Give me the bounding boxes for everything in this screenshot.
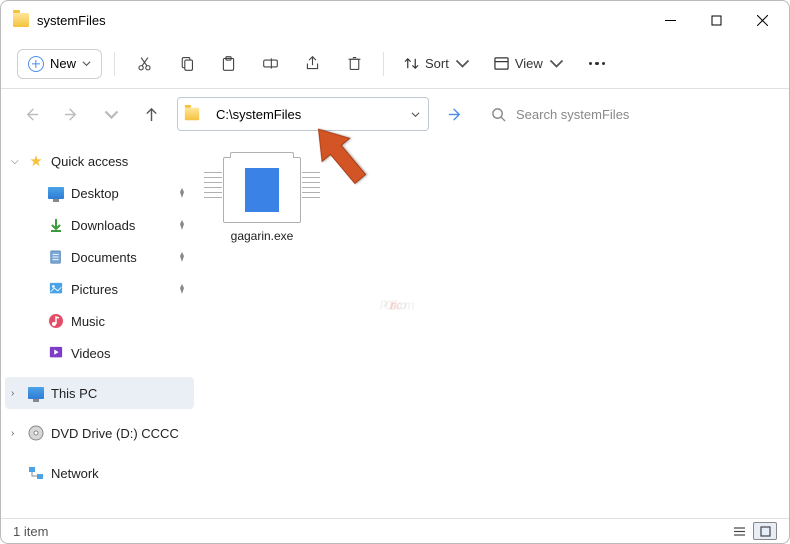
maximize-button[interactable] <box>693 1 739 39</box>
disc-icon <box>27 424 45 442</box>
sidebar-item-desktop[interactable]: Desktop <box>25 177 194 209</box>
sidebar-item-this-pc[interactable]: › This PC <box>5 377 194 409</box>
close-button[interactable] <box>739 1 785 39</box>
sidebar-item-label: DVD Drive (D:) CCCC <box>51 426 188 441</box>
sidebar-item-label: Documents <box>71 250 170 265</box>
recent-dropdown[interactable] <box>97 100 125 128</box>
sidebar-item-downloads[interactable]: Downloads <box>25 209 194 241</box>
cut-button[interactable] <box>127 47 161 81</box>
download-icon <box>47 216 65 234</box>
window-title: systemFiles <box>37 13 106 28</box>
copy-button[interactable] <box>169 47 203 81</box>
icons-view-button[interactable] <box>753 522 777 540</box>
star-icon: ★ <box>27 152 45 170</box>
folder-icon <box>185 108 199 121</box>
sort-button[interactable]: Sort <box>396 50 478 77</box>
view-label: View <box>515 56 543 71</box>
network-icon <box>27 464 45 482</box>
sidebar-item-quick-access[interactable]: ⌵ ★ Quick access <box>5 145 194 177</box>
sidebar-item-pictures[interactable]: Pictures <box>25 273 194 305</box>
sidebar-item-network[interactable]: Network <box>5 457 194 489</box>
sidebar-item-music[interactable]: Music <box>25 305 194 337</box>
paste-button[interactable] <box>211 47 245 81</box>
chevron-down-icon <box>549 56 564 71</box>
delete-button[interactable] <box>337 47 371 81</box>
up-button[interactable] <box>137 100 165 128</box>
pin-icon <box>176 187 188 199</box>
pc-icon <box>27 384 45 402</box>
sidebar-item-label: Pictures <box>71 282 170 297</box>
sidebar-item-documents[interactable]: Documents <box>25 241 194 273</box>
sidebar: ⌵ ★ Quick access Desktop Downloads Docum… <box>1 139 199 520</box>
file-name: gagarin.exe <box>217 229 307 243</box>
view-button[interactable]: View <box>486 50 572 77</box>
minimize-button[interactable] <box>647 1 693 39</box>
address-input[interactable] <box>216 107 422 122</box>
content-area[interactable]: gagarin.exe <box>199 139 789 520</box>
chevron-right-icon: › <box>11 428 21 439</box>
search-icon <box>491 107 506 122</box>
search-input[interactable] <box>516 107 763 122</box>
sidebar-item-videos[interactable]: Videos <box>25 337 194 369</box>
more-button[interactable] <box>580 47 614 81</box>
video-icon <box>47 344 65 362</box>
sidebar-item-label: Network <box>51 466 188 481</box>
pin-icon <box>176 283 188 295</box>
plus-icon <box>28 56 44 72</box>
chevron-down-icon <box>455 56 470 71</box>
separator <box>114 52 115 76</box>
new-label: New <box>50 56 76 71</box>
document-icon <box>47 248 65 266</box>
chevron-down-icon[interactable] <box>411 110 420 119</box>
rename-button[interactable] <box>253 47 287 81</box>
titlebar: systemFiles <box>1 1 789 39</box>
file-item[interactable]: gagarin.exe <box>217 157 307 243</box>
chevron-right-icon: › <box>11 388 21 399</box>
sort-icon <box>404 56 419 71</box>
sidebar-item-dvd[interactable]: › DVD Drive (D:) CCCC <box>5 417 194 449</box>
address-bar[interactable] <box>177 97 429 131</box>
picture-icon <box>47 280 65 298</box>
sidebar-item-label: Desktop <box>71 186 170 201</box>
sidebar-item-label: Downloads <box>71 218 170 233</box>
sort-label: Sort <box>425 56 449 71</box>
go-button[interactable] <box>441 100 469 128</box>
exe-icon <box>223 157 301 223</box>
back-button[interactable] <box>17 100 45 128</box>
search-box[interactable] <box>481 97 773 131</box>
dots-icon <box>589 62 606 66</box>
pin-icon <box>176 219 188 231</box>
chevron-down-icon <box>82 59 91 68</box>
item-count: 1 item <box>13 524 48 539</box>
chevron-down-icon: ⌵ <box>11 156 21 167</box>
details-view-button[interactable] <box>727 522 751 540</box>
folder-icon <box>13 13 29 27</box>
statusbar: 1 item <box>1 518 789 543</box>
sidebar-item-label: This PC <box>51 386 188 401</box>
sidebar-item-label: Music <box>71 314 188 329</box>
separator <box>383 52 384 76</box>
sidebar-item-label: Videos <box>71 346 188 361</box>
desktop-icon <box>47 184 65 202</box>
forward-button[interactable] <box>57 100 85 128</box>
share-button[interactable] <box>295 47 329 81</box>
sidebar-item-label: Quick access <box>51 154 188 169</box>
pin-icon <box>176 251 188 263</box>
nav-row <box>1 89 789 139</box>
view-icon <box>494 56 509 71</box>
new-button[interactable]: New <box>17 49 102 79</box>
toolbar: New Sort View <box>1 39 789 89</box>
music-icon <box>47 312 65 330</box>
